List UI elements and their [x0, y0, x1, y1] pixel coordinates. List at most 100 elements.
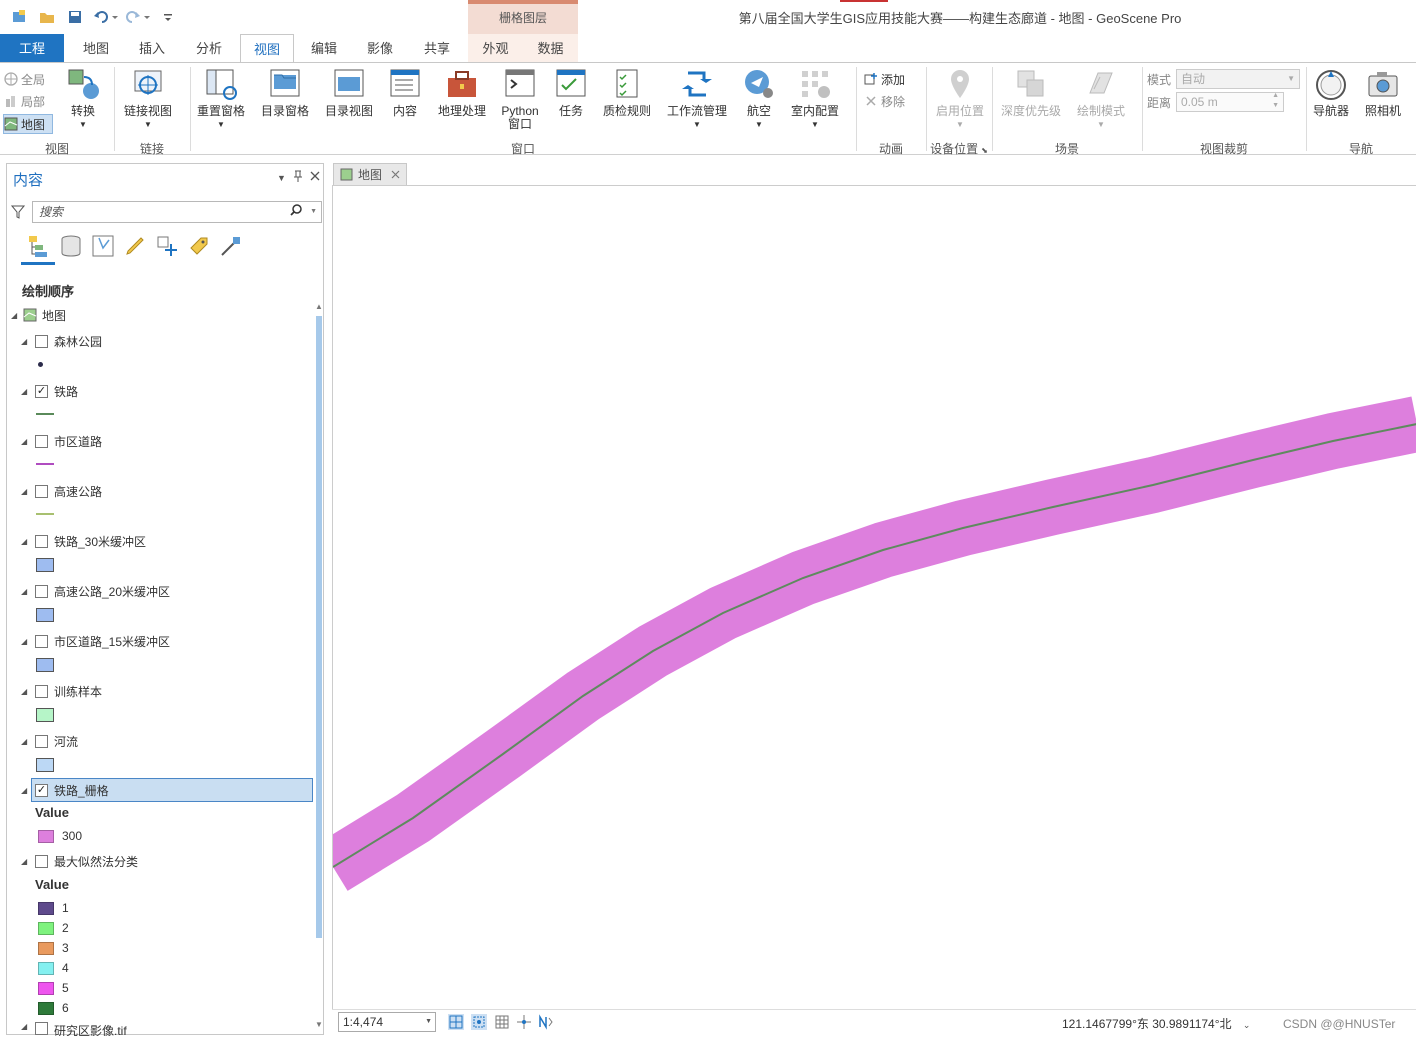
tab-map[interactable]: 地图	[70, 34, 122, 62]
collapse-arrow-icon[interactable]: ◢	[21, 587, 31, 596]
filter-icon[interactable]	[10, 204, 26, 223]
scroll-thumb[interactable]	[316, 316, 322, 938]
layer-visibility-checkbox[interactable]	[35, 854, 48, 868]
map-tree-node[interactable]: ◢ 地图	[11, 304, 66, 326]
collapse-arrow-icon[interactable]: ◢	[11, 311, 21, 320]
layer-visibility-checkbox[interactable]	[35, 484, 48, 498]
layer-row[interactable]: ◢ 高速公路	[21, 480, 102, 502]
collapse-arrow-icon[interactable]: ◢	[21, 437, 31, 446]
list-by-editing-icon[interactable]	[123, 234, 147, 258]
animation-remove-button[interactable]: 移除	[864, 91, 920, 111]
close-pane-icon[interactable]	[310, 170, 320, 184]
catalog-pane-button[interactable]: 目录窗格	[258, 67, 312, 118]
navigator-button[interactable]: 导航器	[1310, 67, 1352, 118]
catalog-view-button[interactable]: 目录视图	[322, 67, 376, 118]
aviation-button[interactable]: 航空 ▼	[740, 67, 778, 131]
collapse-arrow-icon[interactable]: ◢	[21, 857, 31, 866]
geoprocessing-button[interactable]: 地理处理	[436, 67, 488, 118]
collapse-arrow-icon[interactable]: ◢	[21, 637, 31, 646]
chevron-down-icon[interactable]: ▼	[310, 202, 317, 222]
new-project-icon[interactable]	[10, 8, 28, 26]
tab-insert[interactable]: 插入	[126, 34, 178, 62]
list-by-selection-icon[interactable]	[91, 234, 115, 258]
depth-priority-button[interactable]: 深度优先级	[1000, 67, 1062, 118]
tasks-button[interactable]: 任务	[552, 67, 590, 118]
link-views-button[interactable]: 链接视图 ▼	[122, 67, 174, 131]
dialog-launcher-icon[interactable]: ⬊	[981, 146, 988, 155]
layer-visibility-checkbox[interactable]	[35, 534, 48, 548]
layer-row[interactable]: ◢ 训练样本	[21, 680, 102, 702]
map-view-button[interactable]: 地图	[3, 114, 53, 134]
north-arrow-icon[interactable]	[538, 1014, 554, 1030]
chevron-down-icon[interactable]: ⌄	[1243, 1020, 1251, 1030]
collapse-arrow-icon[interactable]: ◢	[21, 687, 31, 696]
layer-row[interactable]: ◢ 铁路_30米缓冲区	[21, 530, 146, 552]
layer-row-max-likelihood[interactable]: ◢ 最大似然法分类	[21, 850, 138, 872]
map-canvas[interactable]	[332, 185, 1416, 1009]
layer-visibility-checkbox[interactable]	[35, 1022, 48, 1035]
contents-scrollbar[interactable]: ▲ ▼	[314, 302, 324, 1034]
constraints-icon[interactable]	[516, 1014, 532, 1030]
scroll-up-icon[interactable]: ▲	[315, 302, 323, 311]
collapse-arrow-icon[interactable]: ◢	[21, 1022, 31, 1031]
collapse-arrow-icon[interactable]: ◢	[21, 487, 31, 496]
list-by-drawing-order-icon[interactable]	[27, 234, 51, 258]
enable-location-button[interactable]: 启用位置 ▼	[932, 67, 988, 131]
contents-button[interactable]: 内容	[386, 67, 424, 118]
clip-distance-input[interactable]: 0.05 m ▲ ▼	[1176, 92, 1284, 112]
layer-visibility-checkbox[interactable]	[35, 734, 48, 748]
collapse-arrow-icon[interactable]: ◢	[21, 537, 31, 546]
layer-row[interactable]: ◢ 市区道路_15米缓冲区	[21, 630, 170, 652]
layer-visibility-checkbox[interactable]	[35, 434, 48, 448]
scale-selector[interactable]: 1:4,474 ▼	[338, 1012, 436, 1032]
pane-options-icon[interactable]: ▼	[277, 173, 286, 183]
layer-row[interactable]: ◢ 森林公园	[21, 330, 102, 352]
list-by-perspective-icon[interactable]	[219, 234, 243, 258]
collapse-arrow-icon[interactable]: ◢	[21, 387, 31, 396]
map-view-tab[interactable]: 地图	[333, 163, 407, 185]
layer-visibility-checkbox[interactable]: ✓	[35, 783, 48, 797]
customize-qat-icon[interactable]	[160, 8, 176, 26]
tab-project[interactable]: 工程	[0, 34, 64, 62]
list-by-labeling-icon[interactable]	[187, 234, 211, 258]
draw-mode-button[interactable]: 绘制模式 ▼	[1074, 67, 1128, 131]
clip-mode-select[interactable]: 自动 ▼	[1176, 69, 1300, 89]
layer-row[interactable]: ◢ 河流	[21, 730, 78, 752]
camera-button[interactable]: 照相机	[1362, 67, 1404, 118]
indoor-config-button[interactable]: 室内配置 ▼	[788, 67, 842, 131]
search-icon[interactable]	[289, 203, 303, 223]
qa-rules-button[interactable]: 质检规则	[600, 67, 654, 118]
list-by-source-icon[interactable]	[59, 234, 83, 258]
python-window-button[interactable]: Python 窗口	[498, 67, 542, 131]
tab-edit[interactable]: 编辑	[298, 34, 350, 62]
undo-icon[interactable]	[92, 8, 120, 26]
collapse-arrow-icon[interactable]: ◢	[21, 337, 31, 346]
snapping-icon[interactable]	[471, 1014, 487, 1030]
spinner-icon[interactable]: ▲ ▼	[1272, 91, 1279, 111]
layer-row[interactable]: ◢ 高速公路_20米缓冲区	[21, 580, 170, 602]
layer-visibility-checkbox[interactable]	[35, 684, 48, 698]
animation-add-button[interactable]: 添加	[864, 69, 920, 89]
collapse-arrow-icon[interactable]: ◢	[21, 737, 31, 746]
layer-row[interactable]: ◢ 市区道路	[21, 430, 102, 452]
global-view-button[interactable]: 全局	[4, 69, 56, 89]
fixed-scale-icon[interactable]	[448, 1014, 464, 1030]
layer-visibility-checkbox[interactable]	[35, 634, 48, 648]
workflow-manager-button[interactable]: 工作流管理 ▼	[664, 67, 730, 131]
local-view-button[interactable]: 局部	[4, 91, 56, 111]
layer-visibility-checkbox[interactable]	[35, 334, 48, 348]
reset-panes-button[interactable]: 重置窗格 ▼	[196, 67, 246, 131]
pin-icon[interactable]	[293, 170, 303, 185]
tab-share[interactable]: 共享	[411, 34, 463, 62]
open-folder-icon[interactable]	[38, 8, 56, 26]
list-by-snapping-icon[interactable]	[155, 234, 179, 258]
collapse-arrow-icon[interactable]: ◢	[21, 786, 31, 795]
convert-button[interactable]: 转换 ▼	[64, 67, 102, 131]
tab-view[interactable]: 视图	[240, 34, 294, 64]
layer-row-railway-raster[interactable]: ◢ ✓ 铁路_栅格	[21, 779, 109, 801]
layer-visibility-checkbox[interactable]: ✓	[35, 384, 48, 398]
close-tab-icon[interactable]	[391, 170, 400, 179]
tab-data[interactable]: 数据	[523, 34, 578, 62]
tab-analysis[interactable]: 分析	[183, 34, 235, 62]
tab-appearance[interactable]: 外观	[468, 34, 523, 62]
